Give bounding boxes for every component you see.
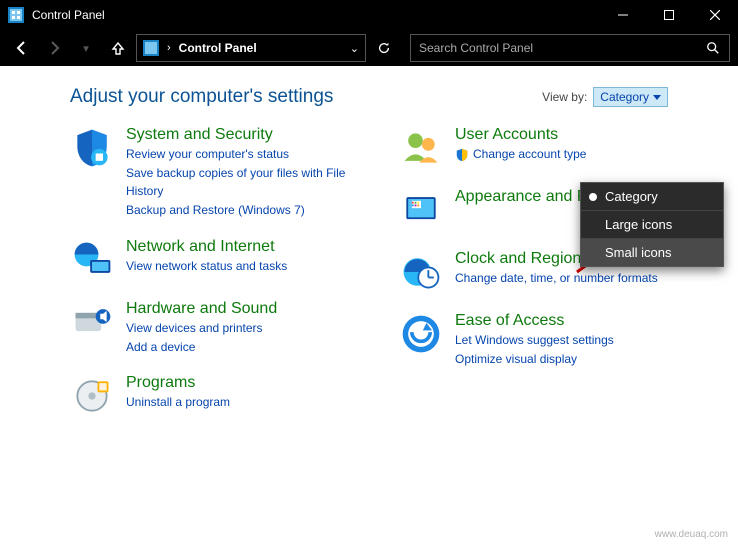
category-link[interactable]: View devices and printers	[126, 320, 277, 337]
category-title[interactable]: System and Security	[126, 126, 379, 144]
chevron-right-icon: ›	[167, 42, 171, 54]
category-column-left: System and Security Review your computer'…	[70, 126, 379, 418]
category-column-right: User AccountsChange account typeAppearan…	[399, 126, 708, 418]
category-link[interactable]: Review your computer's status	[126, 146, 379, 163]
menu-item-category[interactable]: Category	[581, 183, 723, 210]
navigation-bar: ▾ › Control Panel ⌄	[0, 30, 738, 66]
window-title: Control Panel	[32, 8, 105, 22]
refresh-button[interactable]	[370, 34, 398, 62]
view-by-menu: Category Large icons Small icons	[580, 182, 724, 267]
category-link[interactable]: View network status and tasks	[126, 258, 287, 275]
content-area: Adjust your computer's settings View by:…	[0, 66, 738, 418]
back-button[interactable]	[8, 34, 36, 62]
forward-button[interactable]	[40, 34, 68, 62]
title-bar: Control Panel	[0, 0, 738, 30]
radio-icon	[589, 221, 597, 229]
category-icon	[399, 188, 443, 232]
category-title[interactable]: User Accounts	[455, 126, 586, 144]
view-by-label: View by:	[542, 90, 587, 104]
category-item: User Accounts Change account type	[399, 126, 708, 170]
category-link[interactable]: Add a device	[126, 339, 277, 356]
category-item: Ease of Access Let Windows suggest settin…	[399, 312, 708, 369]
address-bar-icon	[143, 40, 159, 56]
category-title[interactable]: Ease of Access	[455, 312, 614, 330]
page-title: Adjust your computer's settings	[70, 86, 333, 108]
category-link[interactable]: Save backup copies of your files with Fi…	[126, 165, 379, 200]
category-icon	[70, 126, 114, 170]
category-item: Programs Uninstall a program	[70, 374, 379, 418]
search-box[interactable]	[410, 34, 730, 62]
category-link[interactable]: Uninstall a program	[126, 394, 230, 411]
category-title[interactable]: Programs	[126, 374, 230, 392]
close-button[interactable]	[692, 0, 738, 30]
up-button[interactable]	[104, 34, 132, 62]
minimize-button[interactable]	[600, 0, 646, 30]
category-icon	[399, 312, 443, 356]
view-by-value: Category	[600, 90, 649, 104]
category-link[interactable]: Change date, time, or number formats	[455, 270, 658, 287]
address-bar[interactable]: › Control Panel ⌄	[136, 34, 366, 62]
category-icon	[399, 250, 443, 294]
category-item: System and Security Review your computer'…	[70, 126, 379, 220]
maximize-button[interactable]	[646, 0, 692, 30]
category-icon	[70, 300, 114, 344]
chevron-down-icon	[653, 95, 661, 100]
search-input[interactable]	[411, 35, 697, 61]
category-link[interactable]: Optimize visual display	[455, 351, 614, 368]
recent-locations-button[interactable]: ▾	[72, 34, 100, 62]
radio-icon	[589, 193, 597, 201]
menu-item-large-icons[interactable]: Large icons	[581, 210, 723, 238]
menu-item-small-icons[interactable]: Small icons	[581, 238, 723, 266]
category-title[interactable]: Hardware and Sound	[126, 300, 277, 318]
category-link[interactable]: Let Windows suggest settings	[455, 332, 614, 349]
chevron-down-icon[interactable]: ⌄	[350, 42, 359, 55]
radio-icon	[589, 249, 597, 257]
breadcrumb[interactable]: Control Panel	[179, 41, 257, 55]
category-icon	[70, 374, 114, 418]
category-link[interactable]: Backup and Restore (Windows 7)	[126, 202, 379, 219]
watermark: www.deuaq.com	[655, 529, 728, 540]
category-item: Hardware and Sound View devices and print…	[70, 300, 379, 357]
category-link[interactable]: Change account type	[455, 146, 586, 163]
control-panel-icon	[8, 7, 24, 23]
category-icon	[70, 238, 114, 282]
search-button[interactable]	[697, 35, 729, 61]
category-item: Network and Internet View network status …	[70, 238, 379, 282]
view-by-dropdown[interactable]: Category	[593, 87, 668, 107]
category-title[interactable]: Network and Internet	[126, 238, 287, 256]
category-icon	[399, 126, 443, 170]
